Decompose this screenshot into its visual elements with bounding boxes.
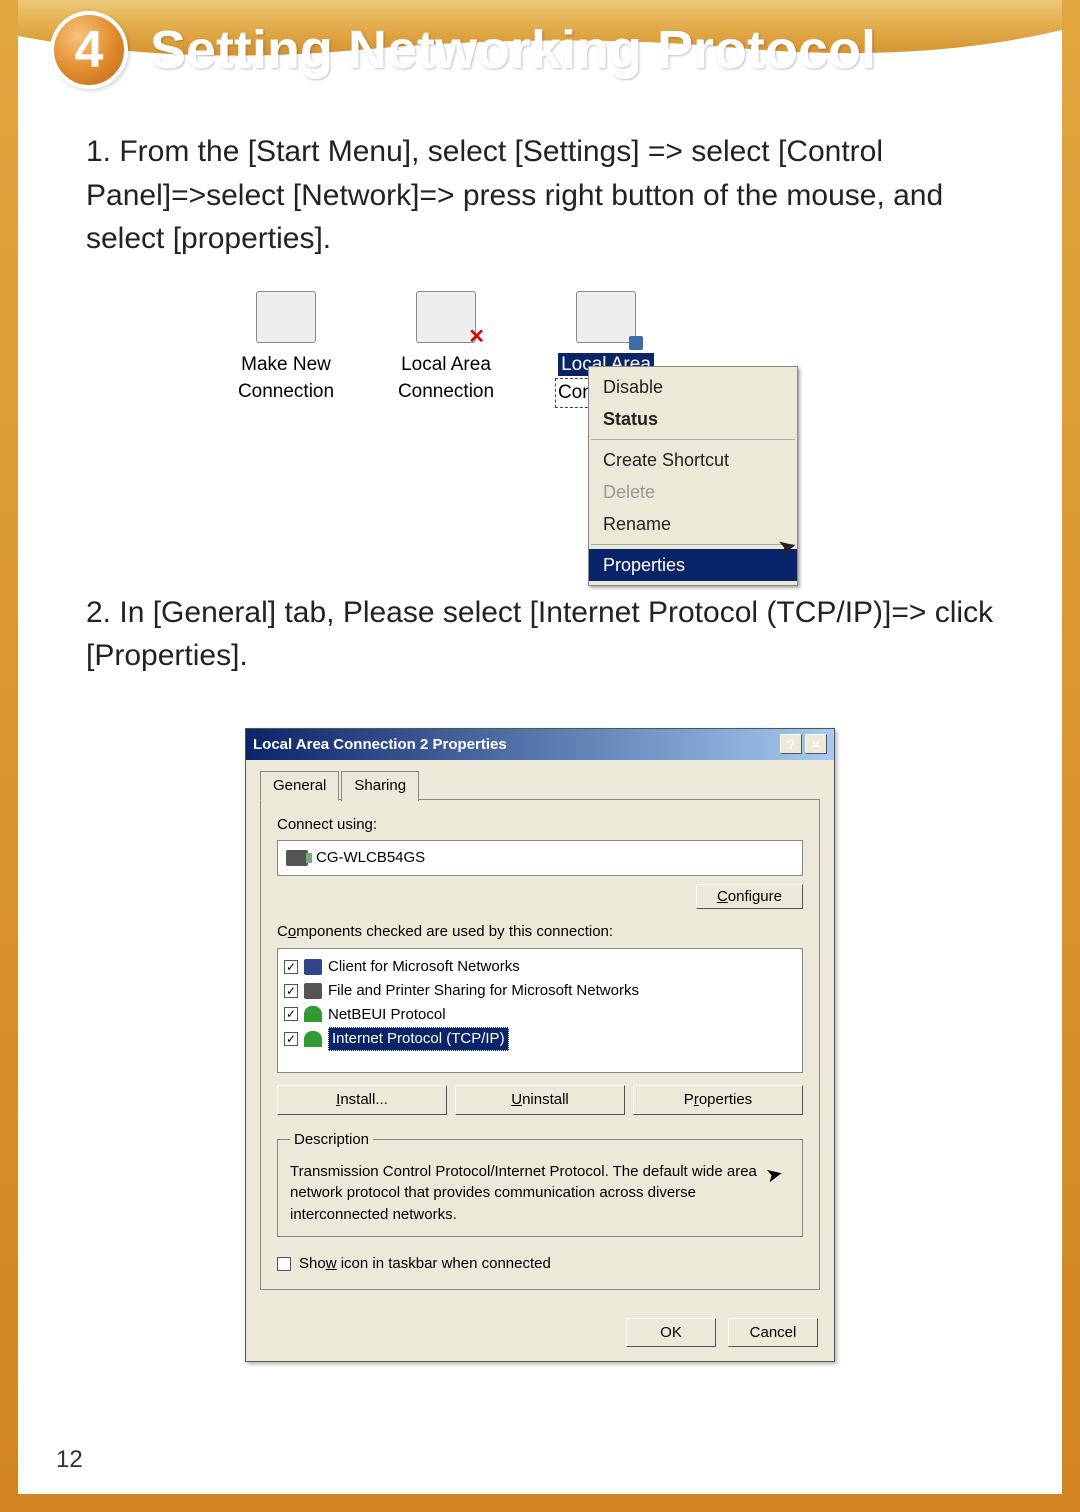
protocol-icon [304, 1031, 322, 1047]
icon-label: Make New Connection [226, 351, 346, 406]
properties-button[interactable]: Properties [633, 1085, 803, 1115]
show-icon-label: Show icon in taskbar when connected [299, 1253, 551, 1275]
connect-using-label: Connect using: [277, 814, 803, 836]
tab-strip: General Sharing [260, 770, 820, 800]
content-area: 1. From the [Start Menu], select [Settin… [0, 100, 1080, 1362]
dialog-titlebar: Local Area Connection 2 Properties ? × [246, 729, 834, 761]
step-1-text: 1. From the [Start Menu], select [Settin… [86, 130, 994, 261]
icon-label: Local Area Connection [386, 351, 506, 406]
configure-button[interactable]: CConfigureonfigure [696, 884, 803, 909]
checkbox-icon[interactable]: ✓ [284, 1007, 298, 1021]
tab-general[interactable]: General [260, 771, 339, 801]
list-item-label: NetBEUI Protocol [328, 1004, 446, 1026]
install-button[interactable]: Install... [277, 1085, 447, 1115]
lan-connected-icon [576, 291, 636, 343]
protocol-icon [304, 1006, 322, 1022]
uninstall-button[interactable]: Uninstall [455, 1085, 625, 1115]
icon-make-new-connection[interactable]: Make New Connection [226, 291, 346, 406]
cancel-button[interactable]: Cancel [728, 1318, 818, 1348]
components-list[interactable]: ✓ Client for Microsoft Networks ✓ File a… [277, 948, 803, 1073]
share-icon [304, 983, 322, 999]
list-item-label: File and Printer Sharing for Microsoft N… [328, 980, 639, 1002]
checkbox-icon[interactable]: ✓ [284, 960, 298, 974]
description-group: Description Transmission Control Protoco… [277, 1129, 803, 1237]
ctx-status[interactable]: Status [589, 403, 797, 435]
list-item[interactable]: ✓ NetBEUI Protocol [284, 1003, 796, 1027]
icon-local-area-connection-1[interactable]: Local Area Connection [386, 291, 506, 406]
tab-panel-general: Connect using: CG-WLCB54GS CConfigureonf… [260, 799, 820, 1290]
context-menu: Disable Status Create Shortcut Delete Re… [588, 366, 798, 587]
ok-button[interactable]: OK [626, 1318, 716, 1348]
ctx-delete: Delete [589, 476, 797, 508]
components-label: Components checked are used by this conn… [277, 921, 803, 943]
step-2-text: 2. In [General] tab, Please select [Inte… [86, 591, 994, 678]
checkbox-icon[interactable]: ✓ [284, 984, 298, 998]
lan-disconnected-icon [416, 291, 476, 343]
dialog-title-text: Local Area Connection 2 Properties [253, 734, 507, 756]
help-button[interactable]: ? [780, 734, 802, 754]
properties-dialog: Local Area Connection 2 Properties ? × G… [245, 728, 835, 1363]
list-item[interactable]: ✓ File and Printer Sharing for Microsoft… [284, 979, 796, 1003]
tab-sharing[interactable]: Sharing [341, 771, 419, 801]
list-item-selected[interactable]: ✓ Internet Protocol (TCP/IP) [284, 1026, 796, 1052]
close-button[interactable]: × [805, 734, 827, 754]
description-legend: Description [290, 1129, 373, 1151]
ctx-properties[interactable]: Properties [589, 549, 797, 581]
ctx-disable[interactable]: Disable [589, 371, 797, 403]
make-new-connection-icon [256, 291, 316, 343]
network-icons-row: Make New Connection Local Area Connectio… [86, 291, 994, 408]
list-item-label: Client for Microsoft Networks [328, 956, 520, 978]
checkbox-icon[interactable]: ✓ [284, 1032, 298, 1046]
client-icon [304, 959, 322, 975]
list-item-label: Internet Protocol (TCP/IP) [328, 1027, 509, 1051]
description-text: Transmission Control Protocol/Internet P… [290, 1161, 790, 1226]
nic-name: CG-WLCB54GS [316, 847, 425, 869]
page-number: 12 [56, 1446, 83, 1474]
page-header: 4 Setting Networking Protocol [18, 0, 1062, 100]
nic-field: CG-WLCB54GS [277, 840, 803, 876]
ctx-create-shortcut[interactable]: Create Shortcut [589, 444, 797, 476]
ctx-rename[interactable]: Rename [589, 508, 797, 540]
page-title: Setting Networking Protocol [150, 19, 876, 81]
nic-icon [286, 850, 308, 866]
list-item[interactable]: ✓ Client for Microsoft Networks [284, 955, 796, 979]
show-icon-checkbox[interactable] [277, 1257, 291, 1271]
step-badge: 4 [50, 11, 128, 89]
